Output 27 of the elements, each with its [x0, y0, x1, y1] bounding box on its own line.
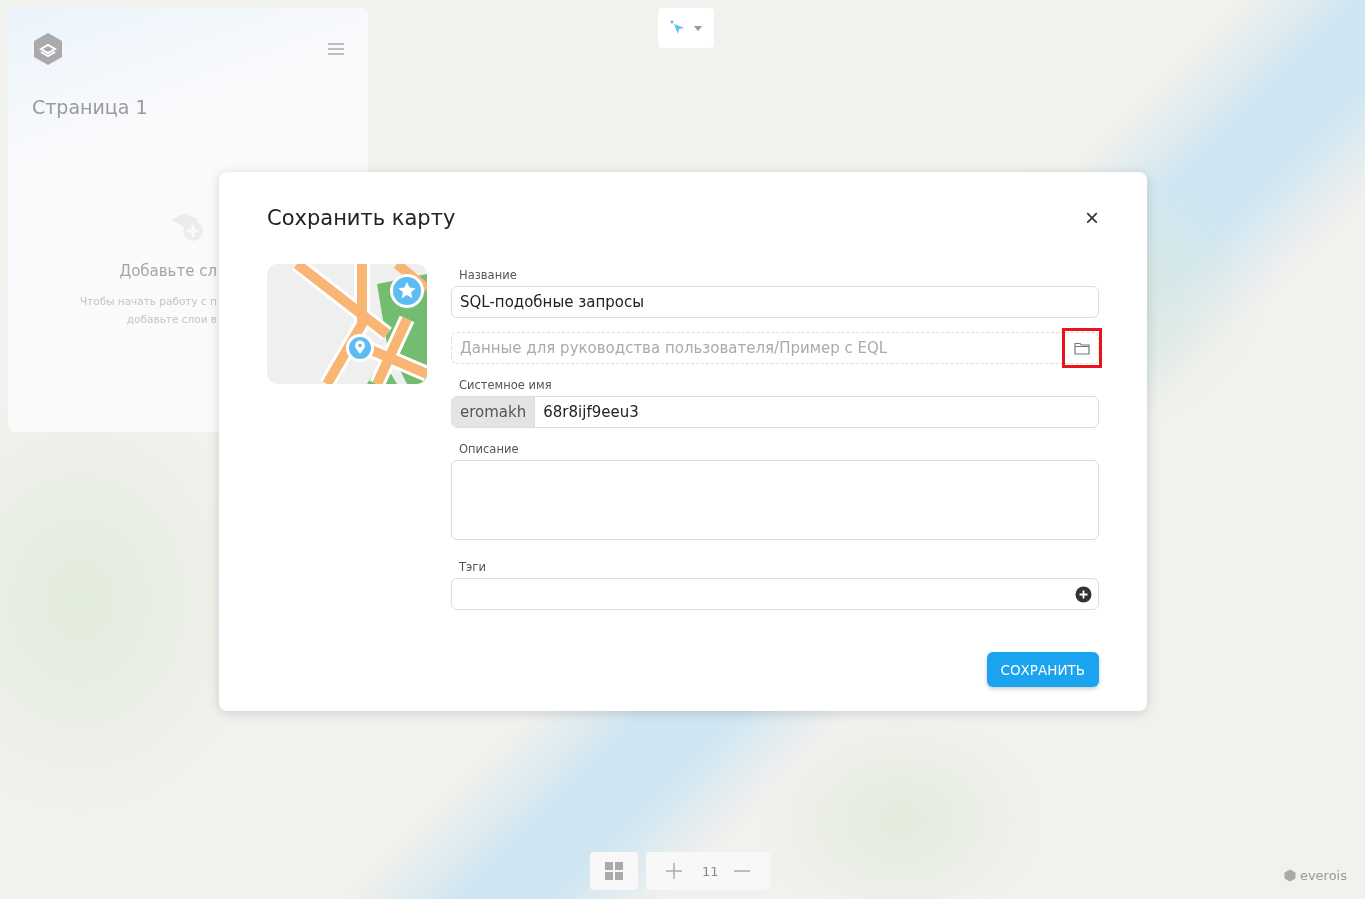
name-field[interactable]: SQL-подобные запросы — [451, 286, 1099, 318]
add-icon[interactable] — [1075, 585, 1092, 603]
field-label: Описание — [459, 442, 520, 456]
field-label: Название — [459, 268, 518, 282]
system-name-field[interactable]: eromakh 68r8ijf9eeu3 — [451, 396, 1099, 428]
brand-name: everois — [1299, 868, 1347, 883]
plus-icon — [666, 863, 682, 879]
description-field[interactable] — [451, 460, 1099, 540]
page-title: Страница 1 — [32, 96, 149, 118]
username-prefix: eromakh — [452, 397, 536, 427]
field-label: Тэги — [459, 560, 487, 574]
dialog-title: Сохранить карту — [267, 206, 456, 230]
menu-icon[interactable] — [328, 43, 344, 55]
folder-icon — [1074, 341, 1090, 355]
dropdown-caret-icon — [694, 25, 702, 31]
minus-icon — [734, 870, 750, 872]
field-label: Системное имя — [459, 378, 553, 392]
empty-state-title: Добавьте сл — [119, 262, 217, 280]
folder-button[interactable] — [1062, 328, 1102, 368]
layout-button[interactable] — [590, 852, 638, 890]
tags-field[interactable] — [451, 578, 1099, 610]
close-button[interactable]: × — [1077, 206, 1099, 230]
brand-logo-icon — [1283, 869, 1296, 882]
select-tool-button[interactable] — [658, 8, 714, 48]
grid-icon — [605, 862, 623, 880]
logo-icon — [32, 32, 64, 66]
cursor-icon — [670, 20, 686, 36]
